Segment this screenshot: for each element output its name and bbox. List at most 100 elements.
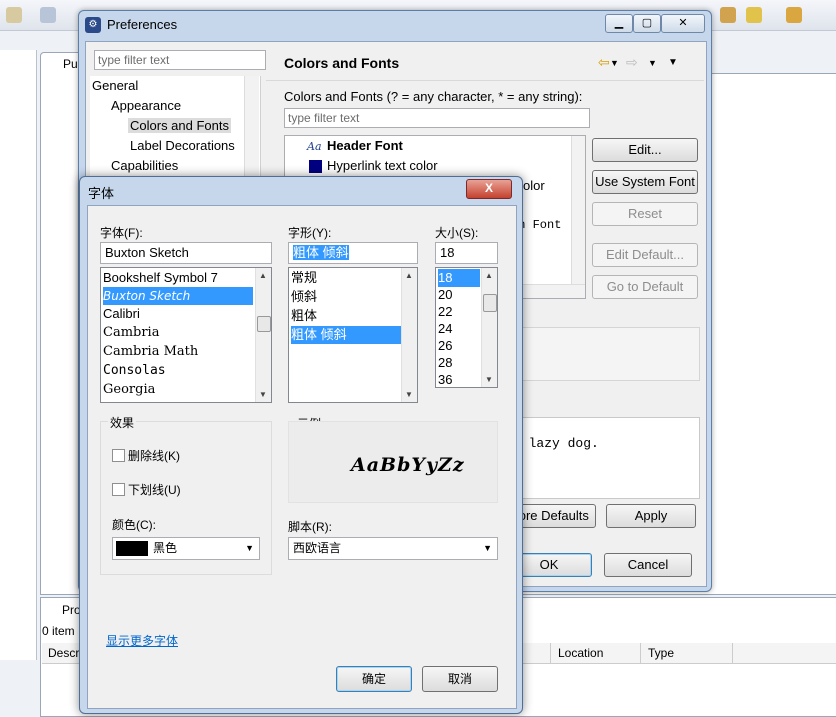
problems-tab[interactable]: Pro: [42, 600, 82, 620]
script-value: 西欧语言: [293, 541, 342, 555]
apply-button[interactable]: Apply: [606, 504, 696, 528]
list-item[interactable]: 常规: [291, 269, 401, 287]
style-list-scrollbar[interactable]: ▲ ▼: [401, 268, 417, 402]
tree-item-appearance[interactable]: Appearance: [111, 98, 181, 113]
list-item[interactable]: Cambria Math: [103, 343, 253, 361]
edit-default-button[interactable]: Edit Default...: [592, 243, 698, 267]
editor-tab-label: Pu: [63, 57, 78, 71]
list-item[interactable]: Buxton Sketch: [103, 287, 253, 305]
effects-label: 效果: [108, 414, 137, 431]
toolbar-icon[interactable]: [746, 7, 762, 23]
list-item[interactable]: 倾斜: [291, 288, 401, 306]
scroll-down-icon[interactable]: ▼: [485, 375, 493, 384]
font-dialog-title: 字体: [88, 186, 115, 201]
scroll-up-icon[interactable]: ▲: [259, 271, 267, 280]
problems-count: 0 item: [42, 624, 75, 638]
font-cancel-button[interactable]: 取消: [422, 666, 498, 692]
script-select[interactable]: 西欧语言 ▼: [288, 537, 498, 560]
column-type[interactable]: Type: [648, 646, 674, 660]
list-item[interactable]: 24: [438, 320, 480, 338]
list-item[interactable]: 28: [438, 354, 480, 372]
font-dialog-client: 字体(F): Buxton Sketch Bookshelf Symbol 7 …: [87, 205, 517, 709]
list-item[interactable]: 粗体: [291, 307, 401, 325]
list-item[interactable]: 20: [438, 286, 480, 304]
colors-fonts-filter-input[interactable]: type filter text: [284, 108, 590, 128]
problems-tab-label: Pro: [62, 603, 81, 617]
underline-label: 下划线(U): [128, 483, 181, 497]
tree-item-header-font[interactable]: Header Font: [327, 138, 403, 153]
sample-box: AaBbYyZz: [288, 421, 498, 503]
view-menu-icon[interactable]: ▼: [668, 57, 678, 68]
strikeout-checkbox[interactable]: [112, 449, 125, 462]
scroll-down-icon[interactable]: ▼: [405, 390, 413, 399]
font-ok-button[interactable]: 确定: [336, 666, 412, 692]
color-swatch-icon: [309, 160, 322, 173]
reset-button[interactable]: Reset: [592, 202, 698, 226]
preferences-filter-input[interactable]: type filter text: [94, 50, 266, 70]
tree-item-capabilities[interactable]: Capabilities: [111, 158, 178, 173]
maximize-button[interactable]: ▢: [633, 14, 661, 33]
left-view-panel: [0, 50, 37, 660]
list-item[interactable]: 18: [438, 269, 480, 287]
scroll-up-icon[interactable]: ▲: [405, 271, 413, 280]
font-style-input[interactable]: 粗体 倾斜: [288, 242, 418, 264]
color-select[interactable]: 黑色 ▼: [112, 537, 260, 560]
list-item[interactable]: 粗体 倾斜: [291, 326, 401, 344]
toolbar-icon[interactable]: [786, 7, 802, 23]
preview-text: e lazy dog.: [513, 436, 599, 451]
toolbar-icon[interactable]: [720, 7, 736, 23]
scroll-thumb[interactable]: [257, 316, 271, 332]
tree-item-partial[interactable]: olor: [523, 178, 545, 193]
close-button[interactable]: X: [466, 179, 512, 199]
toolbar-icon[interactable]: [40, 7, 56, 23]
tree-item-hyperlink-color[interactable]: Hyperlink text color: [327, 158, 438, 173]
list-item[interactable]: Consolas: [103, 362, 253, 380]
font-dialog: 字体 X 字体(F): Buxton Sketch Bookshelf Symb…: [79, 176, 523, 714]
tree-item-colors-and-fonts[interactable]: Colors and Fonts: [128, 118, 231, 133]
sample-text: AaBbYyZz: [351, 454, 465, 476]
tree-scrollbar[interactable]: [244, 76, 259, 186]
chevron-down-icon[interactable]: ▼: [610, 58, 619, 68]
color-swatch: [116, 541, 148, 556]
back-arrow-icon[interactable]: ⇦: [598, 54, 610, 71]
font-aa-icon: Aa: [307, 140, 322, 153]
script-label: 脚本(R):: [288, 520, 332, 534]
show-more-fonts-link[interactable]: 显示更多字体: [106, 632, 178, 649]
list-item[interactable]: 22: [438, 303, 480, 321]
chevron-down-icon[interactable]: ▼: [648, 58, 657, 68]
preferences-icon: ⚙: [85, 17, 101, 33]
font-name-input[interactable]: Buxton Sketch: [100, 242, 272, 264]
list-item[interactable]: Cambria: [103, 324, 253, 342]
underline-checkbox[interactable]: [112, 483, 125, 496]
scroll-down-icon[interactable]: ▼: [259, 390, 267, 399]
font-label: 字体(F):: [100, 226, 143, 240]
forward-arrow-icon[interactable]: ⇨: [626, 54, 638, 71]
column-location[interactable]: Location: [558, 646, 603, 660]
colors-fonts-description: Colors and Fonts (? = any character, * =…: [284, 89, 583, 104]
go-to-default-button[interactable]: Go to Default: [592, 275, 698, 299]
header-divider: [266, 80, 704, 81]
font-style-value: 粗体 倾斜: [293, 245, 349, 260]
color-value: 黑色: [153, 541, 178, 555]
list-item[interactable]: Bookshelf Symbol 7: [103, 269, 253, 287]
tree-item-label-decorations[interactable]: Label Decorations: [130, 138, 235, 153]
font-list-scrollbar[interactable]: ▲ ▼: [255, 268, 271, 402]
scroll-thumb[interactable]: [483, 294, 497, 312]
close-icon: X: [484, 181, 493, 195]
list-item[interactable]: Calibri: [103, 305, 253, 323]
toolbar-icon[interactable]: [6, 7, 22, 23]
close-button[interactable]: ✕: [661, 14, 705, 33]
size-list-scrollbar[interactable]: ▲ ▼: [481, 268, 497, 387]
edit-button[interactable]: Edit...: [592, 138, 698, 162]
list-item[interactable]: 36: [438, 371, 480, 387]
scroll-up-icon[interactable]: ▲: [485, 271, 493, 280]
list-item[interactable]: 26: [438, 337, 480, 355]
tree-vertical-scrollbar[interactable]: [571, 136, 585, 284]
tree-item-general[interactable]: General: [92, 78, 138, 93]
column-description[interactable]: Descr: [48, 646, 79, 660]
font-size-input[interactable]: 18: [435, 242, 498, 264]
use-system-font-button[interactable]: Use System Font: [592, 170, 698, 194]
minimize-button[interactable]: ▁: [605, 14, 633, 33]
cancel-button[interactable]: Cancel: [604, 553, 692, 577]
list-item[interactable]: Georgia: [103, 381, 253, 399]
